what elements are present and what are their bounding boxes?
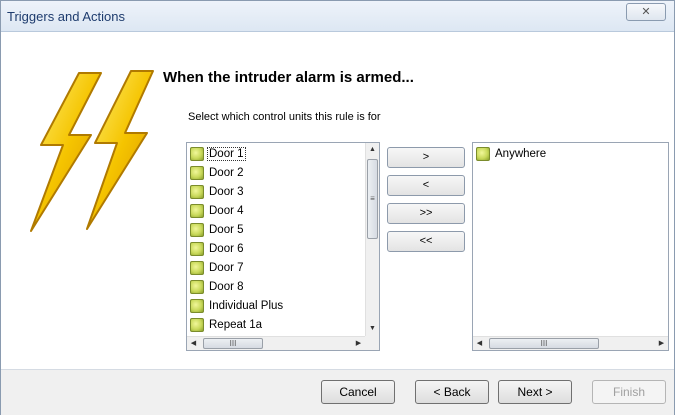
list-item-label: Individual Plus: [209, 299, 284, 312]
add-all-button[interactable]: >>: [387, 203, 465, 224]
lightning-bolts-icon: [30, 70, 154, 232]
list-item[interactable]: Door 5: [188, 220, 365, 239]
list-item[interactable]: Door 6: [188, 239, 365, 258]
close-icon: ✕: [641, 6, 651, 18]
list-item[interactable]: Individual Plus: [188, 296, 365, 315]
add-button[interactable]: >: [387, 147, 465, 168]
scroll-down-icon[interactable]: ▼: [366, 322, 379, 336]
vertical-scrollbar[interactable]: ▲ ≡ ▼: [365, 143, 379, 336]
control-unit-icon: [190, 146, 204, 161]
window-title: Triggers and Actions: [7, 9, 126, 24]
dialog-window: Triggers and Actions ✕ When the intruder…: [0, 0, 675, 415]
scroll-left-icon[interactable]: ◀: [473, 337, 486, 350]
next-button[interactable]: Next >: [498, 380, 572, 404]
selected-units-items: Anywhere: [474, 144, 667, 336]
list-item-label: Door 6: [209, 242, 244, 255]
list-item-label: Anywhere: [495, 147, 547, 160]
finish-button[interactable]: Finish: [592, 380, 666, 404]
back-button[interactable]: < Back: [415, 380, 489, 404]
control-unit-icon: [190, 260, 204, 275]
control-unit-icon: [190, 317, 204, 332]
horizontal-scrollbar[interactable]: ◀ III ▶: [187, 336, 365, 350]
control-unit-icon: [190, 298, 204, 313]
scroll-left-icon[interactable]: ◀: [187, 337, 200, 350]
close-button[interactable]: ✕: [626, 3, 666, 21]
control-unit-icon: [190, 222, 204, 237]
control-unit-icon: [190, 165, 204, 180]
list-item[interactable]: Door 8: [188, 277, 365, 296]
list-item-label: Door 5: [209, 223, 244, 236]
list-item-label: Door 2: [209, 166, 244, 179]
list-item[interactable]: Door 2: [188, 163, 365, 182]
scroll-up-icon[interactable]: ▲: [366, 143, 379, 157]
list-item[interactable]: Door 4: [188, 201, 365, 220]
scroll-thumb[interactable]: III: [489, 338, 599, 349]
list-item-label: Door 3: [209, 185, 244, 198]
list-item[interactable]: Door 3: [188, 182, 365, 201]
scroll-thumb[interactable]: III: [203, 338, 263, 349]
list-item[interactable]: Anywhere: [474, 144, 667, 163]
available-units-items: Door 1 Door 2 Door 3 Door 4 Door 5 Door 6 Door…: [188, 144, 365, 336]
control-unit-icon: [190, 279, 204, 294]
control-unit-icon: [476, 146, 490, 161]
remove-button[interactable]: <: [387, 175, 465, 196]
scroll-right-icon[interactable]: ▶: [655, 337, 668, 350]
remove-all-button[interactable]: <<: [387, 231, 465, 252]
horizontal-scrollbar[interactable]: ◀ III ▶: [473, 336, 668, 350]
control-unit-icon: [190, 203, 204, 218]
list-item-label: Door 7: [209, 261, 244, 274]
title-bar[interactable]: Triggers and Actions ✕: [1, 1, 674, 32]
available-units-list[interactable]: Door 1 Door 2 Door 3 Door 4 Door 5 Door 6 Door…: [186, 142, 380, 351]
page-heading: When the intruder alarm is armed...: [163, 69, 414, 86]
control-unit-icon: [190, 241, 204, 256]
control-unit-icon: [190, 184, 204, 199]
list-item-label: Door 8: [209, 280, 244, 293]
selected-units-list[interactable]: Anywhere ◀ III ▶: [472, 142, 669, 351]
list-item[interactable]: Door 1: [188, 144, 365, 163]
list-item-label: Repeat 1a: [209, 318, 263, 331]
instruction-text: Select which control units this rule is …: [188, 111, 381, 123]
cancel-button[interactable]: Cancel: [321, 380, 395, 404]
scrollbar-corner: [365, 336, 379, 350]
list-item-label: Door 4: [209, 204, 244, 217]
scroll-right-icon[interactable]: ▶: [352, 337, 365, 350]
list-item[interactable]: Repeat 1a: [188, 315, 365, 334]
scroll-thumb[interactable]: ≡: [367, 159, 378, 239]
list-item-label: Door 1: [207, 146, 246, 161]
list-item[interactable]: Door 7: [188, 258, 365, 277]
